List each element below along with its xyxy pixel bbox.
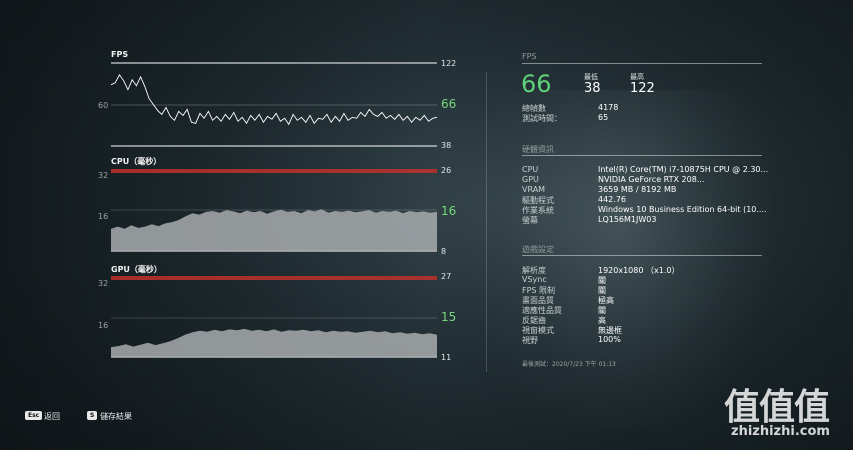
hardware-key: 螢幕 — [522, 216, 538, 225]
stat-value: 4178 — [598, 103, 619, 112]
settings-section-heading: 遊戲設定 — [522, 245, 554, 254]
fps-section-heading: FPS — [522, 52, 537, 61]
hardware-section-heading: 硬體資訊 — [522, 145, 554, 154]
fps-current-value: 66 — [441, 97, 457, 111]
cpu-left-tick-top: 32 — [98, 171, 109, 180]
save-results-button[interactable]: 儲存結果 — [100, 411, 132, 422]
panel-divider — [486, 72, 487, 372]
hardware-value: NVIDIA GeForce RTX 208... — [598, 175, 705, 184]
setting-key: 視野 — [522, 336, 538, 345]
gpu-left-tick-top: 32 — [98, 279, 109, 288]
gpu-left-tick-mid: 16 — [98, 321, 109, 330]
fps-series-line — [110, 74, 438, 126]
gpu-graph-title: GPU（毫秒） — [111, 265, 162, 274]
settings-section-line — [522, 255, 762, 256]
cpu-current-value: 16 — [441, 204, 457, 218]
cpu-left-tick-mid: 16 — [98, 212, 109, 221]
setting-value: 100% — [598, 335, 621, 344]
fps-min-label: 38 — [441, 141, 452, 150]
setting-key: VSync — [522, 275, 547, 284]
fps-max-value: 122 — [630, 81, 655, 96]
last-test-timestamp: 最後測試：2020/7/23 下午 01:13 — [522, 361, 616, 368]
gpu-series-area — [111, 328, 437, 357]
cpu-max-label: 26 — [441, 166, 452, 175]
setting-value: 1920x1080 （x1.0） — [598, 266, 680, 275]
s-key-icon: S — [87, 411, 98, 420]
watermark-site: zhizhizhi.com — [731, 424, 830, 439]
hardware-value: LQ156M1JW03 — [598, 215, 657, 224]
hardware-value: 442.76 — [598, 195, 626, 204]
fps-max-label: 122 — [441, 59, 457, 68]
fps-section-line — [522, 63, 762, 64]
watermark-logo: 值值值 — [724, 387, 830, 428]
gpu-min-label: 11 — [441, 353, 452, 362]
hardware-value: 3659 MB / 8192 MB — [598, 185, 677, 194]
fps-current-big: 66 — [521, 70, 552, 98]
fps-graph-title: FPS — [111, 50, 129, 59]
hardware-value: Windows 10 Business Edition 64-bit (10..… — [598, 205, 767, 214]
hardware-key: CPU — [522, 165, 539, 174]
gpu-current-value: 15 — [441, 310, 457, 324]
gpu-band — [111, 276, 437, 280]
gpu-max-label: 27 — [441, 272, 452, 281]
stat-value: 65 — [598, 113, 609, 122]
stat-key: 測試時間： — [522, 114, 562, 123]
fps-left-tick: 60 — [98, 101, 109, 110]
cpu-min-label: 8 — [441, 247, 447, 256]
esc-key-icon: Esc — [25, 411, 43, 420]
back-button[interactable]: 返回 — [44, 411, 60, 422]
hardware-key: VRAM — [522, 185, 546, 194]
hardware-section-line — [522, 155, 762, 156]
cpu-series-area — [111, 209, 437, 251]
cpu-band — [111, 169, 437, 173]
cpu-graph-title: CPU（毫秒） — [111, 157, 162, 166]
hardware-key: GPU — [522, 175, 539, 184]
fps-min-value: 38 — [584, 81, 601, 96]
hardware-value: Intel(R) Core(TM) i7-10875H CPU @ 2.30..… — [598, 165, 769, 174]
